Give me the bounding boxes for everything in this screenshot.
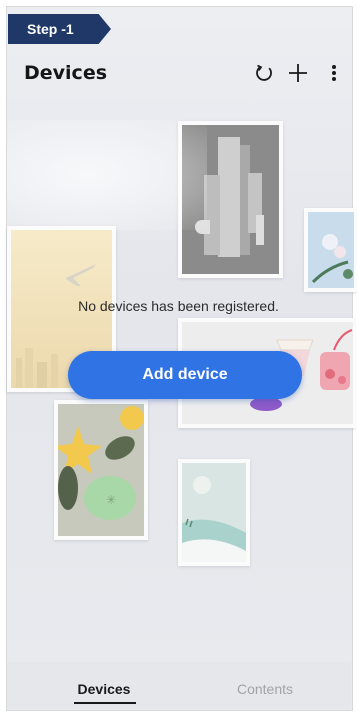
add-device-label: Add device (142, 366, 228, 383)
more-vertical-icon[interactable] (322, 61, 346, 85)
svg-text:✳: ✳ (106, 493, 116, 507)
tab-devices[interactable]: Devices (73, 681, 135, 697)
tab-selected-indicator (74, 702, 136, 704)
empty-state-message: No devices has been registered. (78, 298, 279, 314)
page-title: Devices (24, 62, 108, 84)
artwork-card-landscape (178, 459, 250, 566)
background-glow (7, 120, 207, 230)
add-icon[interactable] (286, 61, 310, 85)
add-device-button[interactable]: Add device (68, 351, 302, 399)
bottom-tab-bar: Devices Contents (7, 662, 351, 709)
tab-contents-label: Contents (236, 681, 294, 697)
step-banner: Step -1 (8, 14, 111, 44)
artwork-card-fruit: ✳ (54, 400, 148, 540)
tab-contents[interactable]: Contents (229, 681, 301, 697)
step-label: Step -1 (27, 21, 74, 37)
refresh-icon[interactable] (252, 61, 276, 85)
artwork-card-blossom (304, 208, 357, 292)
tab-devices-label: Devices (77, 681, 131, 697)
